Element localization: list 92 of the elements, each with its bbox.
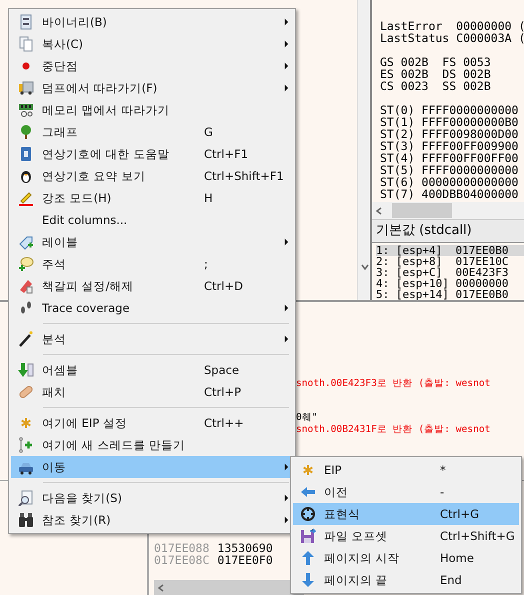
scroll-down-icon[interactable] <box>360 262 370 272</box>
menu-item[interactable]: 여기에 EIP 설정 Ctrl++ <box>11 412 293 434</box>
horizontal-scrollbar[interactable] <box>154 580 304 595</box>
argument-row[interactable]: 4: [esp+10] 00000000 <box>376 278 524 289</box>
submenu-arrow-icon <box>284 84 288 92</box>
submenu-arrow-icon <box>284 18 288 26</box>
down-arrow-icon <box>300 572 316 588</box>
menu-item[interactable]: 이전 - <box>293 481 519 503</box>
magnifier-document-icon <box>18 490 34 506</box>
submenu-arrow-icon <box>284 304 288 312</box>
menu-item[interactable]: 표현식 Ctrl+G <box>293 503 519 525</box>
menu-item[interactable]: 연상기호에 대한 도움말 Ctrl+F1 <box>11 143 293 165</box>
help-book-icon <box>18 146 34 162</box>
speech-bubble-icon <box>18 256 34 272</box>
register-line: ST(1) FFFF00000000B0 <box>380 116 520 128</box>
submenu-arrow-icon <box>284 516 288 524</box>
call-convention-header: 기본값 (stdcall) <box>372 219 524 243</box>
menu-item[interactable]: 복사(C) <box>11 33 293 55</box>
menu-item[interactable]: 레이블 <box>11 231 293 253</box>
log-line: 0췌" <box>296 412 319 424</box>
argument-row[interactable]: 3: [esp+C] 00E423F3 <box>376 267 524 278</box>
crosshair-icon <box>300 506 316 522</box>
submenu-arrow-icon <box>284 463 288 471</box>
value-cell: 13530690 <box>217 542 273 554</box>
register-line: ST(3) FFFF00FF009900 <box>380 140 520 152</box>
menu-item[interactable]: 패치 Ctrl+P <box>11 381 293 403</box>
menu-item[interactable]: 바이너리(B) <box>11 11 293 33</box>
menu-item[interactable]: 분석 <box>11 328 293 350</box>
menu-item[interactable]: 연상기호 요약 보기 Ctrl+Shift+F1 <box>11 165 293 187</box>
argument-row[interactable]: 1: [esp+4] 017EE0B0 <box>376 245 524 256</box>
submenu-arrow-icon <box>284 40 288 48</box>
menu-item[interactable]: 이동 <box>11 456 293 478</box>
scrollbar-thumb[interactable] <box>392 203 452 218</box>
log-line: snoth.00B2431F로 반환 (출발: wesnot <box>296 424 492 436</box>
download-arrow-icon <box>18 362 34 378</box>
register-line: ST(4) FFFF00FF00FF00 <box>380 152 520 164</box>
horizontal-scrollbar[interactable] <box>372 202 524 219</box>
value-cell: 017EE0F0 <box>217 554 273 566</box>
submenu-arrow-icon <box>284 494 288 502</box>
register-line: ST(5) FFFF0000000000 <box>380 164 520 176</box>
scroll-left-icon[interactable] <box>374 206 384 216</box>
copy-icon <box>18 36 34 52</box>
menu-item[interactable]: 페이지의 끝 End <box>293 569 519 591</box>
menu-item[interactable]: 메모리 맵에서 따라가기 <box>11 99 293 121</box>
menu-item[interactable]: 책갈피 설정/해제 Ctrl+D <box>11 275 293 297</box>
menu-item[interactable]: 중단점 <box>11 55 293 77</box>
register-line: GS 002B FS 0053 <box>380 56 492 68</box>
binoculars-icon <box>18 512 34 528</box>
footprints-icon <box>18 300 34 316</box>
tree-icon <box>18 124 34 140</box>
argument-row[interactable]: 2: [esp+8] 017EE10C <box>376 256 524 267</box>
menu-item[interactable]: 여기에 새 스레드를 만들기 <box>11 434 293 456</box>
address-cell: 017EE088 <box>154 542 210 554</box>
scroll-left-icon[interactable] <box>156 583 166 593</box>
log-line: snoth.00E423F3로 반환 (출발: wesnot <box>296 378 492 390</box>
bookmark-icon <box>18 278 34 294</box>
magic-wand-icon <box>18 331 34 347</box>
submenu-arrow-icon <box>284 335 288 343</box>
register-line: LastStatus C000003A ( <box>380 32 524 44</box>
highlighter-icon <box>18 190 34 206</box>
argument-row[interactable]: 5: [esp+14] 017EE0B0 <box>376 289 524 300</box>
menu-item[interactable]: 그래프 G <box>11 121 293 143</box>
register-line: CS 0023 SS 002B <box>380 80 492 92</box>
memory-chip-icon <box>18 102 34 118</box>
menu-item[interactable]: Edit columns... <box>11 209 293 231</box>
menu-item[interactable]: 페이지의 시작 Home <box>293 547 519 569</box>
submenu-arrow-icon <box>284 238 288 246</box>
penguin-icon <box>18 168 34 184</box>
vertical-scrollbar[interactable] <box>357 0 372 300</box>
register-line: ES 002B DS 002B <box>380 68 492 80</box>
menu-item[interactable]: 참조 찾기(R) <box>11 509 293 531</box>
menu-item[interactable]: 다음을 찾기(S) <box>11 487 293 509</box>
menu-item[interactable]: 강조 모드(H) H <box>11 187 293 209</box>
menu-item[interactable]: 파일 오프셋 Ctrl+Shift+G <box>293 525 519 547</box>
menu-item[interactable]: 덤프에서 따라가기(F) <box>11 77 293 99</box>
register-line: LastError 00000000 ( <box>380 20 524 32</box>
up-arrow-icon <box>300 550 316 566</box>
register-line: ST(2) FFFF0098000D00 <box>380 128 520 140</box>
address-cell: 017EE08C <box>154 554 210 566</box>
left-arrow-icon <box>300 484 316 500</box>
binary-file-icon <box>18 14 34 30</box>
menu-item[interactable]: 어셈블 Space <box>11 359 293 381</box>
menu-item[interactable]: Trace coverage <box>11 297 293 319</box>
truck-icon <box>18 80 34 96</box>
menu-item[interactable]: EIP * <box>293 459 519 481</box>
submenu-arrow-icon <box>284 62 288 70</box>
thread-plus-icon <box>18 437 34 453</box>
register-line: ST(7) 400DBB04000000 <box>380 188 520 200</box>
menu-item[interactable]: 주석 ; <box>11 253 293 275</box>
register-line: ST(0) FFFF0000000000 <box>380 104 520 116</box>
register-line: ST(6) 00000000000000 <box>380 176 520 188</box>
tag-icon <box>18 234 34 250</box>
